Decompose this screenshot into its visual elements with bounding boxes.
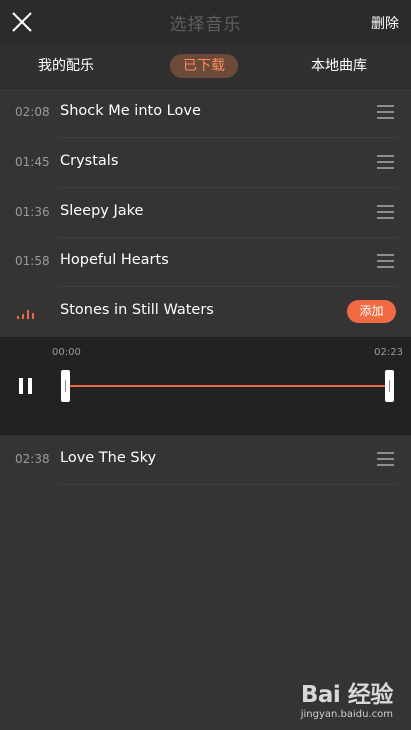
- song-title: Love The Sky: [60, 450, 157, 466]
- tab-my-music[interactable]: 我的配乐: [38, 55, 94, 75]
- song-duration: 02:38: [15, 452, 50, 466]
- header-bar: 选择音乐 删除: [0, 0, 411, 44]
- row-divider: [58, 484, 399, 485]
- trim-start-handle[interactable]: [61, 370, 70, 402]
- song-title: Hopeful Hearts: [60, 252, 169, 268]
- song-duration: 01:58: [15, 254, 50, 268]
- song-row[interactable]: 01:45 Crystals: [0, 138, 411, 188]
- drag-handle-icon[interactable]: [377, 155, 394, 169]
- playing-bars-icon: [17, 307, 35, 319]
- baidu-watermark: Bai 经验 jingyan.baidu.com: [300, 675, 394, 720]
- song-title: Shock Me into Love: [60, 103, 201, 119]
- drag-handle-icon[interactable]: [377, 254, 394, 268]
- song-row[interactable]: 01:36 Sleepy Jake: [0, 188, 411, 238]
- watermark-logo: Bai 经验: [300, 682, 393, 708]
- trim-track[interactable]: [66, 385, 389, 387]
- tab-downloaded[interactable]: 已下载: [170, 54, 238, 78]
- end-time: 02:23: [374, 347, 403, 358]
- tab-bar: 我的配乐 已下载 本地曲库: [0, 44, 411, 89]
- close-icon[interactable]: [10, 10, 34, 34]
- start-time: 00:00: [52, 347, 81, 358]
- drag-handle-icon[interactable]: [377, 205, 394, 219]
- add-button[interactable]: 添加: [347, 300, 396, 323]
- delete-button[interactable]: 删除: [371, 13, 399, 33]
- drag-handle-icon[interactable]: [377, 105, 394, 119]
- song-title: Crystals: [60, 153, 119, 169]
- song-duration: 01:45: [15, 155, 50, 169]
- song-duration: 01:36: [15, 205, 50, 219]
- song-row[interactable]: 02:38 Love The Sky: [0, 435, 411, 485]
- tab-local-library[interactable]: 本地曲库: [311, 55, 367, 75]
- pause-icon[interactable]: [19, 378, 33, 394]
- song-duration: 02:08: [15, 105, 50, 119]
- song-title: Stones in Still Waters: [60, 302, 214, 318]
- song-title: Sleepy Jake: [60, 203, 144, 219]
- watermark-url: jingyan.baidu.com: [300, 709, 393, 720]
- trim-player: 00:00 02:23: [0, 337, 411, 435]
- song-row[interactable]: 02:08 Shock Me into Love: [0, 88, 411, 138]
- trim-end-handle[interactable]: [385, 370, 394, 402]
- drag-handle-icon[interactable]: [377, 452, 394, 466]
- song-row-playing[interactable]: Stones in Still Waters 添加: [0, 287, 411, 337]
- page-title: 选择音乐: [169, 14, 242, 35]
- song-row[interactable]: 01:58 Hopeful Hearts: [0, 237, 411, 287]
